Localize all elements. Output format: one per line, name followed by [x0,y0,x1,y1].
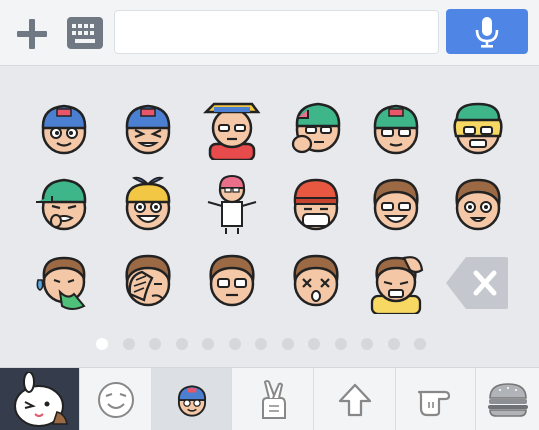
tab-hands[interactable] [396,368,476,430]
sticker-boy-facepalm[interactable] [116,250,180,314]
sticker-boy-vomiting[interactable] [32,250,96,314]
sticker-cap-boy-squinting[interactable] [116,96,180,160]
page-dot [149,338,161,350]
page-dot [387,338,400,350]
microphone-icon [475,16,499,48]
emoji-face-icon [97,381,134,418]
page-dot [334,338,347,350]
plus-icon [17,19,47,49]
page-dot [414,338,426,350]
sticker-cap-boy-shrugging[interactable] [200,172,264,236]
backspace-icon [446,257,508,309]
sticker-boy-dizzy[interactable] [284,250,348,314]
page-dot-active [96,338,108,350]
message-input-bar [0,0,539,66]
sticker-beanie-boy-masked[interactable] [284,172,348,236]
page-dot [122,338,135,350]
tab-symbols[interactable] [314,368,396,430]
tab-cap-boy-stickers[interactable] [152,368,232,430]
tab-emoji[interactable] [80,368,152,430]
burger-icon [487,382,528,417]
sticker-pack-tabs [0,367,539,430]
page-dot [308,338,320,350]
page-indicator [96,338,426,352]
sticker-cap-boy-blond-glasses[interactable] [446,96,510,160]
delete-button[interactable] [444,255,510,311]
sticker-cap-boy-glasses-red-shirt[interactable] [200,96,264,160]
page-dot [228,338,241,350]
page-dot [202,338,214,350]
sticker-propeller-cap-boy-laughing[interactable] [116,172,180,236]
sticker-brown-hair-boy-smiling[interactable] [446,172,510,236]
voice-input-button[interactable] [446,9,528,54]
keyboard-toggle-button[interactable] [66,15,104,51]
tab-gestures[interactable] [232,368,314,430]
page-dot [361,338,373,350]
add-attachment-button[interactable] [13,15,51,53]
cap-boy-sticker-icon [177,384,206,417]
sticker-boy-glasses-neutral[interactable] [200,250,264,314]
keyboard-icon [67,17,103,49]
message-input[interactable] [114,10,439,54]
pointing-hand-icon [417,390,450,416]
crossed-fingers-icon [261,379,286,419]
tab-cony-brown[interactable] [0,368,80,430]
sticker-cap-boy-crying[interactable] [32,172,96,236]
page-dot [255,338,267,350]
sticker-cap-boy-smiling[interactable] [32,96,96,160]
cony-brown-character-icon [13,371,68,427]
page-dot [175,338,188,350]
sticker-cap-boy-hand-on-chin[interactable] [284,96,348,160]
page-dot [281,338,294,350]
sticker-cap-boy-glasses[interactable] [364,96,428,160]
tab-food[interactable] [476,368,539,430]
sticker-boy-hands-on-head[interactable] [364,250,428,314]
up-arrow-icon [338,383,371,416]
sticker-brown-hair-boy-grinning[interactable] [364,172,428,236]
